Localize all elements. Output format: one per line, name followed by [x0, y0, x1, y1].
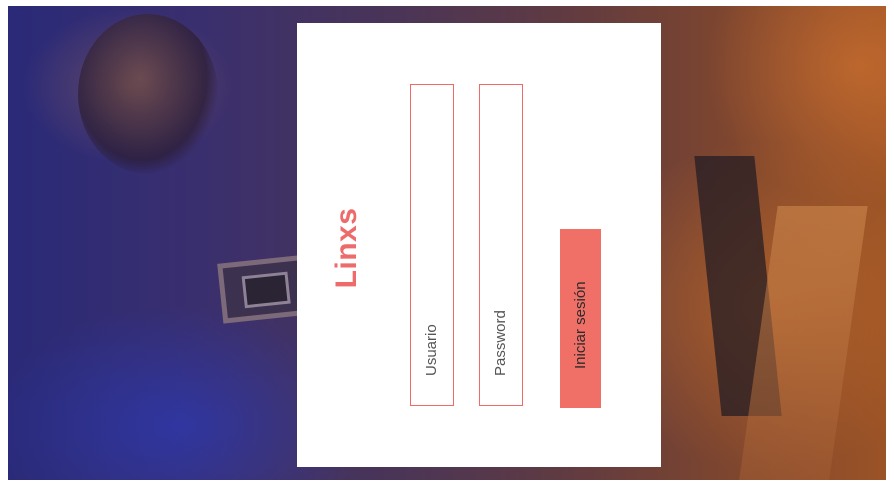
background-lamp-shape [78, 14, 218, 174]
background-picture-frame-inner [241, 271, 291, 309]
login-screen: Linxs Usuario Password Iniciar sesión [0, 0, 894, 486]
login-button[interactable]: Iniciar sesión [560, 229, 601, 408]
password-field[interactable]: Password [479, 84, 523, 406]
username-field[interactable]: Usuario [410, 84, 454, 406]
password-placeholder: Password [492, 310, 509, 376]
username-placeholder: Usuario [423, 324, 440, 376]
login-button-label: Iniciar sesión [571, 281, 589, 369]
login-card: Linxs Usuario Password Iniciar sesión [297, 23, 661, 467]
brand-logo-text: Linxs [330, 207, 363, 289]
